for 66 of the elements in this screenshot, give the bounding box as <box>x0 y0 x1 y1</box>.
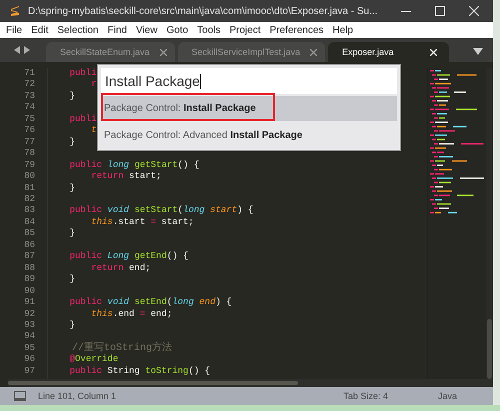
menu-item[interactable]: View <box>136 24 158 36</box>
line-number: 83 <box>23 205 35 217</box>
code-line: } <box>68 182 76 194</box>
search-field[interactable]: Install Package <box>101 68 397 94</box>
line-number: 84 <box>23 216 35 228</box>
line-number: 88 <box>23 262 35 274</box>
menu-item[interactable]: File <box>6 24 22 36</box>
line-number: 96 <box>23 354 35 366</box>
line-number: 78 <box>23 148 35 160</box>
line-number: 80 <box>23 171 35 183</box>
syntax-setting[interactable]: Java <box>438 391 457 401</box>
menu-item[interactable]: Find <box>108 24 127 36</box>
menu-item[interactable]: Selection <box>57 24 98 36</box>
code-line: this.end = end; <box>90 308 172 320</box>
line-number: 89 <box>23 274 35 286</box>
line-number: 92 <box>23 308 35 320</box>
code-line: publi <box>68 114 97 126</box>
line-number: 77 <box>23 136 35 148</box>
menu-item[interactable]: Goto <box>166 24 188 36</box>
line-number: 73 <box>23 90 35 102</box>
tab-size-setting[interactable]: Tab Size: 4 <box>343 391 388 401</box>
code-line: return start; <box>90 171 162 183</box>
code-line: public long getStart() { <box>68 160 200 172</box>
code-line: public void setStart(long start) { <box>68 205 254 217</box>
code-line: } <box>68 228 76 240</box>
line-number: 81 <box>23 182 35 194</box>
line-number: 94 <box>23 331 35 343</box>
palette-item[interactable]: Package Control: Install Package <box>101 96 397 121</box>
line-number: 95 <box>23 342 35 354</box>
line-number: 91 <box>23 297 35 309</box>
menu-item[interactable]: Edit <box>31 24 48 36</box>
line-number: 71 <box>23 68 35 80</box>
code-line: } <box>68 90 76 102</box>
code-line: } <box>68 274 76 286</box>
code-line: } <box>68 320 76 332</box>
line-number: 86 <box>23 240 35 252</box>
code-line: public Long getEnd() { <box>68 251 188 263</box>
menu-item[interactable]: Help <box>332 24 354 36</box>
menu-item[interactable]: Preferences <box>270 24 324 36</box>
code-line: r <box>90 79 97 91</box>
code-line: return end; <box>90 262 151 274</box>
palette-item[interactable]: Package Control: Advanced Install Package <box>101 123 397 148</box>
line-number: 75 <box>23 114 35 126</box>
code-line: @Override <box>68 354 118 366</box>
file-tab[interactable]: Exposer.java <box>328 42 449 62</box>
cursor-position: Line 101, Column 1 <box>38 391 116 401</box>
code-line: publi <box>68 68 97 80</box>
line-number: 87 <box>23 251 35 263</box>
code-line: public void setEnd(long end) { <box>68 297 232 309</box>
window-title: D:\spring-mybatis\seckill-core\src\main\java\com\imooc\dto\Exposer.java - Su... <box>28 6 378 16</box>
line-number: 85 <box>23 228 35 240</box>
code-line: t <box>90 125 97 137</box>
code-line: //重写toString方法 <box>71 342 172 354</box>
line-number: 82 <box>23 194 35 206</box>
line-number: 79 <box>23 160 35 172</box>
line-number: 93 <box>23 320 35 332</box>
code-line: this.start = start; <box>90 216 194 228</box>
menu-item[interactable]: Tools <box>197 24 220 36</box>
code-line: public String toString() { <box>68 366 210 378</box>
line-number: 76 <box>23 125 35 137</box>
line-number: 74 <box>23 102 35 114</box>
code-line: } <box>68 136 76 148</box>
line-number: 90 <box>23 286 35 298</box>
menu-item[interactable]: Project <box>230 24 261 36</box>
line-number: 97 <box>23 366 35 378</box>
line-number: 72 <box>23 79 35 91</box>
